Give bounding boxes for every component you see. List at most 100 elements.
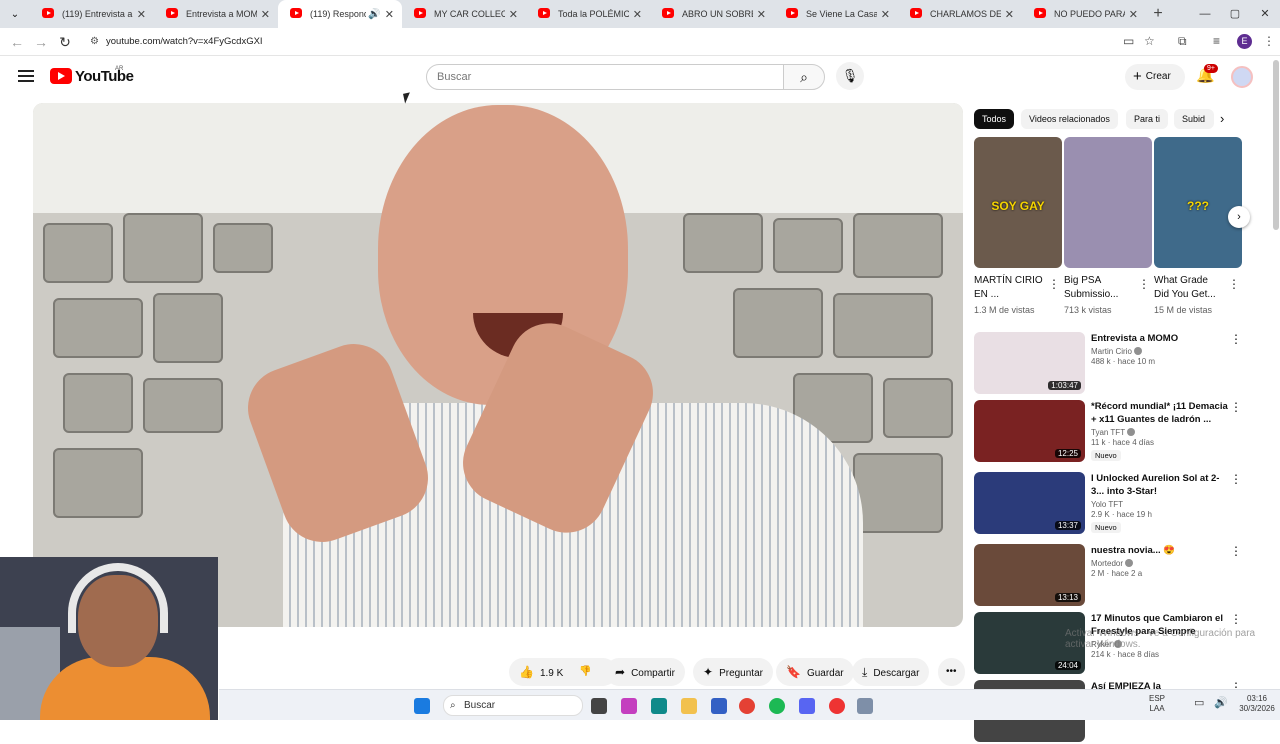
menu-hamburger-icon[interactable] xyxy=(18,70,34,82)
chrome-icon[interactable] xyxy=(739,698,755,714)
related-video-item[interactable]: 12:25 *Récord mundial* ¡11 Demacia + x11 … xyxy=(974,400,1244,464)
chips-next-chevron-icon[interactable]: › xyxy=(1220,111,1224,126)
search-input[interactable]: Buscar xyxy=(426,64,784,90)
taskbar-search[interactable]: ⌕ Buscar xyxy=(443,695,583,716)
video-more-icon[interactable]: ⋮ xyxy=(1230,472,1242,486)
tab-close-icon[interactable]: ✕ xyxy=(509,8,518,21)
create-button[interactable]: + Crear xyxy=(1125,64,1185,90)
short-card[interactable]: ??? What Grade Did You Get... 15 M de vist… xyxy=(1154,137,1242,315)
youtube-logo-icon[interactable] xyxy=(50,68,72,84)
tab-close-icon[interactable]: ✕ xyxy=(881,8,890,21)
chip-todos[interactable]: Todos xyxy=(974,109,1015,129)
video-channel[interactable]: Yolo TFT xyxy=(1091,500,1123,509)
browser-tab[interactable]: Entrevista a MOMO ✕ xyxy=(154,0,278,28)
video-thumbnail[interactable]: 12:25 xyxy=(974,400,1085,462)
start-button-icon[interactable] xyxy=(414,698,430,714)
video-channel[interactable]: Tyan TFT xyxy=(1091,428,1125,437)
tab-close-icon[interactable]: ✕ xyxy=(757,8,766,21)
browser-tab[interactable]: Se Viene La Casa de ✕ xyxy=(774,0,898,28)
spotify-icon[interactable] xyxy=(769,698,785,714)
browser-tab[interactable]: NO PUEDO PARAR d ✕ xyxy=(1022,0,1146,28)
tab-audio-icon[interactable]: 🔊 xyxy=(368,9,380,20)
browser-tab[interactable]: MY CAR COLLECTION ✕ xyxy=(402,0,526,28)
short-card[interactable]: SOY GAY MARTÍN CIRIO EN ... 1.3 M de vista… xyxy=(974,137,1062,315)
video-title[interactable]: Entrevista a MOMO xyxy=(1091,332,1229,345)
tab-close-icon[interactable]: ✕ xyxy=(261,8,270,21)
settings-icon[interactable] xyxy=(857,698,873,714)
video-title[interactable]: nuestra novia... 😍 xyxy=(1091,544,1229,557)
short-more-icon[interactable]: ⋮ xyxy=(1048,277,1060,291)
obs-icon[interactable] xyxy=(829,698,845,714)
more-actions-button[interactable]: ••• xyxy=(938,658,965,686)
tab-close-icon[interactable]: ✕ xyxy=(137,8,146,21)
browser-tab[interactable]: Toda la POLÉMICA e ✕ xyxy=(526,0,650,28)
video-more-icon[interactable]: ⋮ xyxy=(1230,612,1242,626)
video-channel[interactable]: Mortedor xyxy=(1091,559,1123,568)
voice-search-button[interactable]: 🎙 xyxy=(836,62,864,90)
site-info-icon[interactable]: ⚙ xyxy=(90,32,99,52)
media-controls-icon[interactable]: ≡ xyxy=(1213,34,1220,48)
tab-close-icon[interactable]: ✕ xyxy=(385,8,394,21)
close-window-button[interactable]: ✕ xyxy=(1250,0,1280,28)
short-title[interactable]: What Grade Did You Get... xyxy=(1154,274,1224,302)
youtube-logo-text[interactable]: YouTube xyxy=(75,68,134,85)
edge-icon[interactable] xyxy=(651,698,667,714)
tab-search-icon[interactable]: ⌄ xyxy=(0,9,30,20)
menu-icon[interactable]: ⋮ xyxy=(1263,34,1275,48)
tab-close-icon[interactable]: ✕ xyxy=(1129,8,1138,21)
like-button[interactable]: 👍 1.9 K 👎 xyxy=(509,658,617,686)
short-more-icon[interactable]: ⋮ xyxy=(1228,277,1240,291)
discord-icon[interactable] xyxy=(799,698,815,714)
volume-icon[interactable]: 🔊 xyxy=(1214,698,1228,709)
short-more-icon[interactable]: ⋮ xyxy=(1138,277,1150,291)
tab-close-icon[interactable]: ✕ xyxy=(1005,8,1014,21)
video-title[interactable]: *Récord mundial* ¡11 Demacia + x11 Guant… xyxy=(1091,400,1229,426)
copilot-icon[interactable] xyxy=(621,698,637,714)
short-thumbnail[interactable]: SOY GAY xyxy=(974,137,1062,268)
address-bar[interactable]: ⚙ youtube.com/watch?v=x4FyGcdxGXI xyxy=(84,32,1140,52)
shorts-next-chevron-icon[interactable]: › xyxy=(1228,206,1250,228)
profile-avatar[interactable]: E xyxy=(1237,34,1252,49)
browser-tab[interactable]: CHARLAMOS DE TOD ✕ xyxy=(898,0,1022,28)
browser-tab[interactable]: (119) Respondien🔊 ✕ xyxy=(278,0,402,28)
bookmark-star-icon[interactable]: ☆ xyxy=(1144,34,1155,48)
network-icon[interactable]: ▭ xyxy=(1194,698,1204,709)
short-thumbnail[interactable] xyxy=(1064,137,1152,268)
file-explorer-icon[interactable] xyxy=(681,698,697,714)
video-channel[interactable]: Martin Cirio xyxy=(1091,347,1132,356)
video-player[interactable] xyxy=(33,103,963,627)
chip-subidos[interactable]: Subid xyxy=(1174,109,1214,129)
save-button[interactable]: 🔖 Guardar xyxy=(776,658,854,686)
related-video-item[interactable]: 1:03:47 Entrevista a MOMO Martin Cirio 488 … xyxy=(974,332,1244,396)
maximize-button[interactable]: ▢ xyxy=(1220,0,1250,28)
video-title[interactable]: I Unlocked Aurelion Sol at 2-3... into 3… xyxy=(1091,472,1229,498)
page-scrollbar[interactable] xyxy=(1273,60,1279,230)
video-thumbnail[interactable]: 1:03:47 xyxy=(974,332,1085,394)
short-thumbnail[interactable]: ??? xyxy=(1154,137,1242,268)
share-button[interactable]: ➦ Compartir xyxy=(605,658,685,686)
related-video-item[interactable]: 13:37 I Unlocked Aurelion Sol at 2-3... i… xyxy=(974,472,1244,536)
video-thumbnail[interactable]: 13:13 xyxy=(974,544,1085,606)
back-icon[interactable]: ← xyxy=(8,33,26,51)
short-title[interactable]: Big PSA Submissio... xyxy=(1064,274,1134,302)
reload-icon[interactable]: ↻ xyxy=(56,33,74,51)
video-more-icon[interactable]: ⋮ xyxy=(1230,544,1242,558)
search-button[interactable]: ⌕ xyxy=(783,64,825,90)
store-icon[interactable] xyxy=(711,698,727,714)
forward-icon[interactable]: → xyxy=(32,33,50,51)
ask-button[interactable]: ✦ Preguntar xyxy=(693,658,773,686)
chip-videos-relacionados[interactable]: Videos relacionados xyxy=(1021,109,1118,129)
thumbs-down-icon[interactable]: 👎 xyxy=(579,658,591,686)
related-video-item[interactable]: 13:13 nuestra novia... 😍 Mortedor 2 M · hac… xyxy=(974,544,1244,608)
short-card[interactable]: Big PSA Submissio... 713 k vistas ⋮ xyxy=(1064,137,1152,315)
extensions-icon[interactable]: ⧉ xyxy=(1178,34,1187,49)
cast-icon[interactable]: ▭ xyxy=(1123,34,1134,48)
video-thumbnail[interactable]: 13:37 xyxy=(974,472,1085,534)
user-avatar[interactable] xyxy=(1231,66,1253,88)
chip-para-ti[interactable]: Para ti xyxy=(1126,109,1169,129)
download-button[interactable]: ⤓ Descargar xyxy=(852,658,930,686)
video-more-icon[interactable]: ⋮ xyxy=(1230,332,1242,346)
browser-tab[interactable]: (119) Entrevista a MA ✕ xyxy=(30,0,154,28)
language-indicator[interactable]: ESP LAA xyxy=(1149,694,1165,714)
short-title[interactable]: MARTÍN CIRIO EN ... xyxy=(974,274,1044,302)
